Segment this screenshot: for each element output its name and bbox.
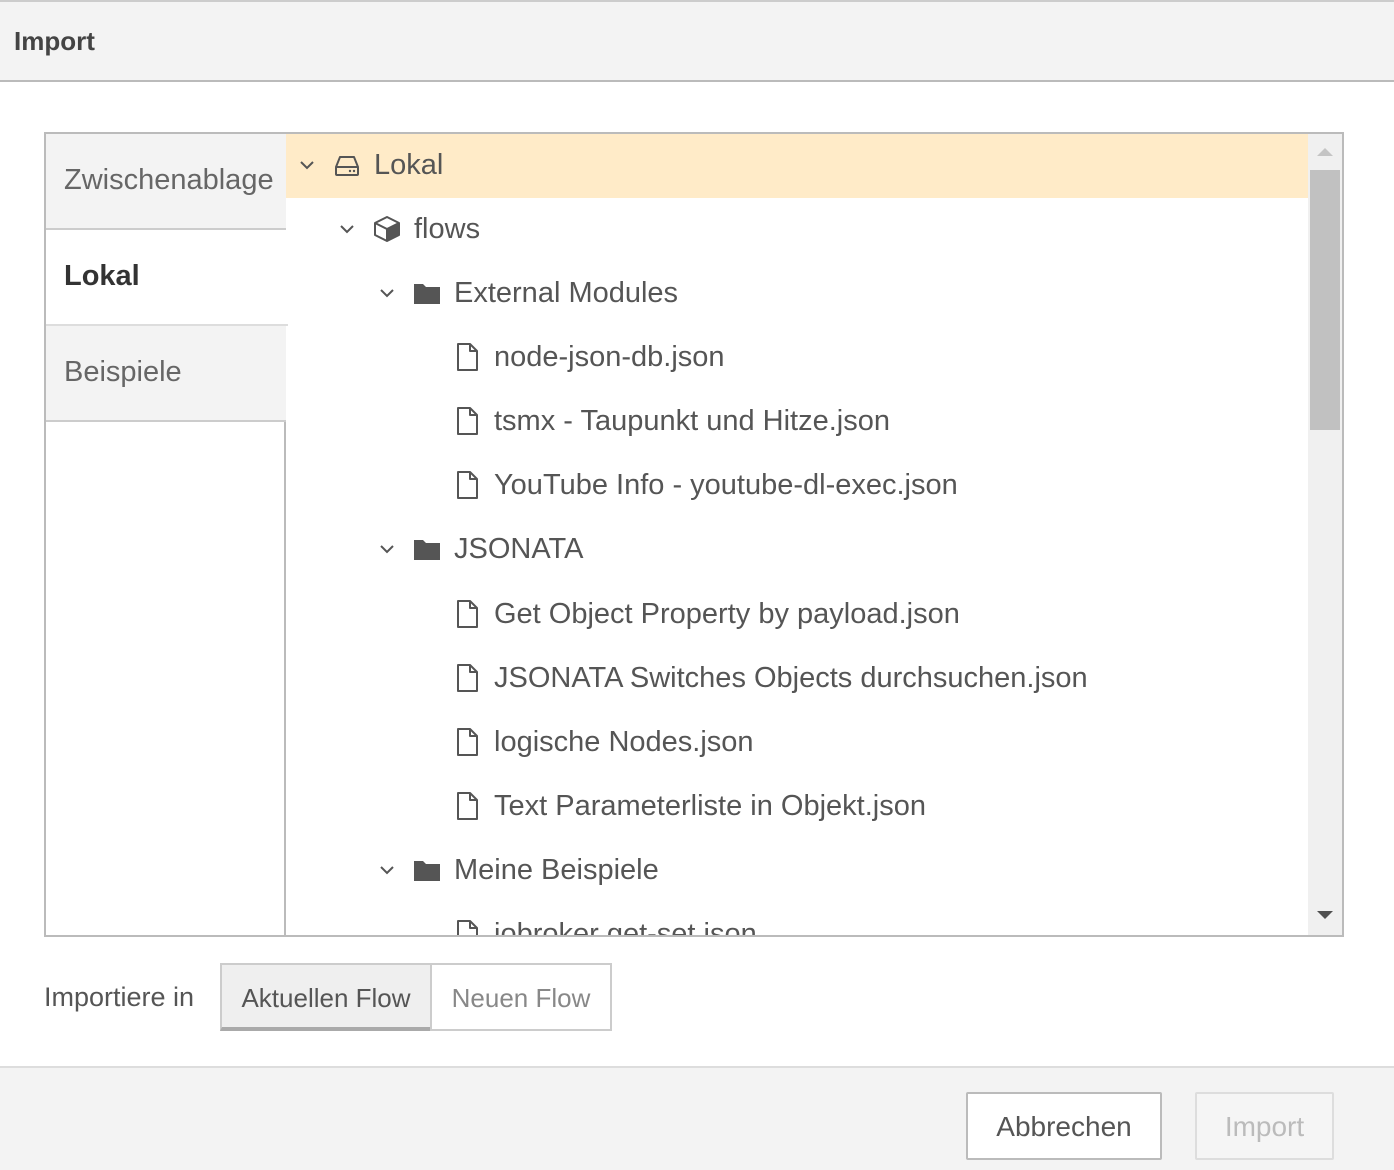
current-flow-button[interactable]: Aktuellen Flow [220, 963, 432, 1031]
import-target-label: Importiere in [44, 982, 195, 1012]
folder-icon [414, 284, 440, 304]
cancel-button[interactable]: Abbrechen [966, 1092, 1162, 1160]
file-icon [457, 407, 478, 435]
file-icon [457, 920, 478, 935]
scroll-down-arrow-icon[interactable] [1317, 911, 1333, 919]
chevron-down-icon[interactable] [376, 538, 398, 560]
file-tree: Lokal flows External Modules node-json-d… [286, 134, 1308, 935]
tree-item-file[interactable]: JSONATA Switches Objects durchsuchen.jso… [286, 647, 1308, 711]
tree-item-label: Get Object Property by payload.json [494, 598, 960, 630]
tree-item-file[interactable]: YouTube Info - youtube-dl-exec.json [286, 454, 1308, 518]
tree-item-file[interactable]: Get Object Property by payload.json [286, 583, 1308, 647]
tree-item-label: iobroker get-set.json [494, 918, 757, 935]
tree-item-file[interactable]: tsmx - Taupunkt und Hitze.json [286, 390, 1308, 454]
tree-item-label: JSONATA Switches Objects durchsuchen.jso… [494, 662, 1088, 694]
import-button[interactable]: Import [1195, 1092, 1334, 1160]
file-icon [457, 792, 478, 820]
tree-item-label: JSONATA [454, 533, 584, 565]
drive-icon [335, 156, 359, 176]
tab-zwischenablage[interactable]: Zwischenablage [46, 134, 286, 230]
tree-item-label: Meine Beispiele [454, 854, 659, 886]
dialog-titlebar: Import [0, 0, 1394, 82]
chevron-down-icon[interactable] [376, 859, 398, 881]
dialog-title: Import [14, 26, 95, 56]
chevron-down-icon[interactable] [336, 218, 358, 240]
scrollbar-thumb[interactable] [1310, 170, 1340, 430]
tree-item-label: node-json-db.json [494, 341, 725, 373]
tree-scrollbar[interactable] [1308, 134, 1342, 935]
tree-item-folder[interactable]: External Modules [286, 262, 1308, 326]
tree-item-label: YouTube Info - youtube-dl-exec.json [494, 469, 958, 501]
tab-lokal[interactable]: Lokal [46, 230, 288, 326]
tree-item-folder[interactable]: JSONATA [286, 518, 1308, 582]
tree-item-flows[interactable]: flows [286, 198, 1308, 262]
file-icon [457, 600, 478, 628]
cube-icon [374, 216, 400, 242]
file-icon [457, 343, 478, 371]
chevron-down-icon[interactable] [296, 154, 318, 176]
scroll-up-arrow-icon[interactable] [1317, 148, 1333, 156]
tree-item-file[interactable]: logische Nodes.json [286, 711, 1308, 775]
tree-item-label: logische Nodes.json [494, 726, 754, 758]
new-flow-button[interactable]: Neuen Flow [430, 963, 612, 1031]
tree-item-file[interactable]: Text Parameterliste in Objekt.json [286, 775, 1308, 839]
tree-item-file[interactable]: node-json-db.json [286, 326, 1308, 390]
tab-beispiele[interactable]: Beispiele [46, 326, 286, 422]
tree-item-label: tsmx - Taupunkt und Hitze.json [494, 405, 890, 437]
dialog-footer: Abbrechen Import [0, 1066, 1394, 1170]
tree-item-label: External Modules [454, 277, 679, 309]
tree-item-lokal[interactable]: Lokal [286, 134, 1308, 198]
tree-item-label: flows [414, 213, 481, 245]
source-tabs: Zwischenablage Lokal Beispiele [46, 134, 288, 935]
file-icon [457, 664, 478, 692]
folder-icon [414, 861, 440, 881]
tree-item-label: Lokal [374, 149, 444, 181]
tree-item-file[interactable]: iobroker get-set.json [286, 903, 1308, 935]
tree-item-folder[interactable]: Meine Beispiele [286, 839, 1308, 903]
folder-icon [414, 540, 440, 560]
file-icon [457, 471, 478, 499]
chevron-down-icon[interactable] [376, 282, 398, 304]
tree-item-label: Text Parameterliste in Objekt.json [494, 790, 926, 822]
import-panel: Zwischenablage Lokal Beispiele Lokal flo… [44, 132, 1344, 937]
file-icon [457, 728, 478, 756]
